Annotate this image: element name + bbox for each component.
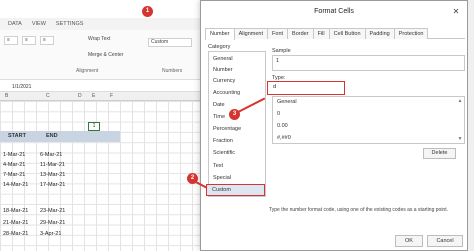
column-header[interactable]: B bbox=[5, 93, 8, 99]
start-date-cell[interactable]: 18-Mar-21 bbox=[3, 208, 28, 214]
type-option[interactable]: 0.00 bbox=[277, 123, 288, 129]
tab-protection[interactable]: Protection bbox=[393, 28, 429, 39]
selected-cell[interactable]: 1 bbox=[88, 122, 100, 131]
start-date-cell[interactable]: 28-Mar-21 bbox=[3, 231, 28, 237]
column-header[interactable]: E bbox=[92, 93, 95, 99]
header-end: END bbox=[46, 133, 58, 139]
column-header[interactable]: D bbox=[78, 93, 82, 99]
tab-alignment[interactable]: Alignment bbox=[233, 28, 269, 39]
merge-center-button[interactable]: Merge & Center bbox=[86, 52, 140, 61]
header-start: START bbox=[8, 133, 26, 139]
format-cells-dialog: Format Cells ✕ Number Alignment Font Bor… bbox=[200, 0, 468, 251]
start-date-cell[interactable]: 14-Mar-21 bbox=[3, 182, 28, 188]
category-item-date[interactable]: Date bbox=[213, 102, 225, 108]
tab-fill[interactable]: Fill bbox=[312, 28, 330, 39]
column-header[interactable]: C bbox=[46, 93, 50, 99]
cell-grid[interactable] bbox=[0, 101, 200, 251]
category-item-custom-label: Custom bbox=[212, 187, 231, 193]
column-header[interactable]: F bbox=[110, 93, 113, 99]
type-option[interactable]: #,##0 bbox=[277, 135, 291, 141]
type-option[interactable]: General bbox=[277, 99, 297, 105]
category-label: Category bbox=[208, 44, 231, 50]
scroll-up-icon[interactable]: ▲ bbox=[457, 98, 463, 104]
wrap-text-button[interactable]: Wrap Text bbox=[86, 36, 136, 45]
tab-font[interactable]: Font bbox=[267, 28, 289, 39]
sample-value: 1 bbox=[276, 58, 280, 64]
callout-1: 1 bbox=[142, 6, 153, 17]
category-item-text[interactable]: Text bbox=[213, 163, 223, 169]
ribbon-tab-view[interactable]: VIEW bbox=[32, 21, 46, 27]
tab-border[interactable]: Border bbox=[287, 28, 314, 39]
formula-bar: 1/1/2021 bbox=[0, 82, 200, 92]
start-date-cell[interactable]: 21-Mar-21 bbox=[3, 220, 28, 226]
category-list[interactable]: General Number Currency Accounting Date … bbox=[208, 51, 266, 197]
delete-button[interactable]: Delete bbox=[423, 148, 456, 159]
ribbon-tab-data[interactable]: DATA bbox=[8, 21, 22, 27]
numbers-group-label: Numbers bbox=[162, 68, 183, 74]
ribbon-tab-settings[interactable]: SETTINGS bbox=[56, 21, 84, 27]
table-header-row: START END bbox=[0, 131, 120, 142]
align-right-button[interactable]: ≡ bbox=[40, 36, 54, 45]
tab-number[interactable]: Number bbox=[205, 28, 235, 40]
start-date-cell[interactable]: 7-Mar-21 bbox=[3, 172, 25, 178]
category-item-number[interactable]: Number bbox=[213, 67, 233, 73]
formula-value[interactable]: 1/1/2021 bbox=[12, 84, 31, 90]
type-format-list[interactable]: General 0 0.00 #,##0 ▲ ▼ bbox=[272, 96, 465, 144]
dialog-tabs: Number Alignment Font Border Fill Cell B… bbox=[205, 28, 465, 40]
alignment-group-label: Alignment bbox=[76, 68, 99, 74]
end-date-cell[interactable]: 11-Mar-21 bbox=[40, 162, 65, 168]
cancel-button[interactable]: Cancel bbox=[427, 235, 463, 247]
column-headers: B C D E F bbox=[0, 92, 200, 101]
start-date-cell[interactable]: 1-Mar-21 bbox=[3, 152, 25, 158]
category-item-special[interactable]: Special bbox=[213, 175, 231, 181]
ok-button[interactable]: OK bbox=[395, 235, 423, 247]
end-date-cell[interactable]: 6-Mar-21 bbox=[40, 152, 62, 158]
category-item-scientific[interactable]: Scientific bbox=[213, 150, 235, 156]
category-item-general[interactable]: General bbox=[213, 56, 233, 62]
tab-cell-button[interactable]: Cell Button bbox=[328, 28, 366, 39]
number-format-select[interactable]: Custom bbox=[148, 38, 192, 47]
ribbon: ≡ ≡ ≡ Wrap Text Merge & Center Alignment… bbox=[0, 30, 200, 80]
align-left-button[interactable]: ≡ bbox=[4, 36, 18, 45]
format-hint: Type the number format code, using one o… bbox=[269, 207, 448, 213]
end-date-cell[interactable]: 17-Mar-21 bbox=[40, 182, 65, 188]
sample-box: 1 bbox=[272, 55, 465, 71]
category-item-fraction[interactable]: Fraction bbox=[213, 138, 233, 144]
category-item-accounting[interactable]: Accounting bbox=[213, 90, 240, 96]
align-center-button[interactable]: ≡ bbox=[22, 36, 36, 45]
end-date-cell[interactable]: 3-Apr-21 bbox=[40, 231, 61, 237]
category-item-time[interactable]: Time bbox=[213, 114, 225, 120]
sample-label: Sample bbox=[272, 48, 291, 54]
end-date-cell[interactable]: 13-Mar-21 bbox=[40, 172, 65, 178]
end-date-cell[interactable]: 23-Mar-21 bbox=[40, 208, 65, 214]
tab-padding[interactable]: Padding bbox=[364, 28, 395, 39]
ribbon-tabs: DATA VIEW SETTINGS bbox=[0, 18, 200, 30]
scroll-down-icon[interactable]: ▼ bbox=[457, 136, 463, 142]
category-item-percentage[interactable]: Percentage bbox=[213, 126, 241, 132]
type-option[interactable]: 0 bbox=[277, 111, 280, 117]
type-input[interactable]: d bbox=[267, 81, 345, 95]
category-item-currency[interactable]: Currency bbox=[213, 78, 235, 84]
window-edge bbox=[468, 0, 474, 251]
close-icon[interactable]: ✕ bbox=[451, 7, 461, 17]
category-item-custom[interactable]: Custom bbox=[206, 184, 265, 196]
start-date-cell[interactable]: 4-Mar-21 bbox=[3, 162, 25, 168]
dialog-title: Format Cells bbox=[314, 8, 354, 15]
end-date-cell[interactable]: 29-Mar-21 bbox=[40, 220, 65, 226]
